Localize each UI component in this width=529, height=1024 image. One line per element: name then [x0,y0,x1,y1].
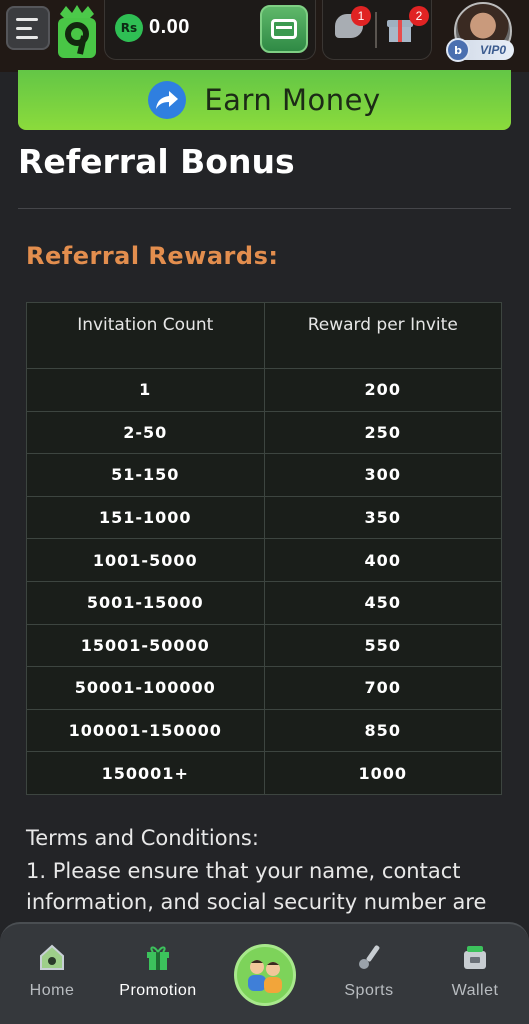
table-row: 51-150 300 [26,453,502,497]
referral-center-button[interactable] [234,944,296,1006]
vip-badge-icon: b [446,38,470,62]
earn-money-button[interactable]: Earn Money [18,70,511,130]
table-row: 5001-15000 450 [26,580,502,625]
nav-promotion-label: Promotion [119,982,197,999]
terms-title: Terms and Conditions: [26,826,259,850]
gift-badge: 2 [409,6,429,26]
balance-box: Rs 0.00 [104,0,316,60]
reward-value: 700 [263,666,502,710]
page-title: Referral Bonus [18,142,295,181]
reward-value: 200 [263,368,502,412]
earn-money-label: Earn Money [204,83,381,117]
invitation-count: 1001-5000 [26,538,265,582]
cricket-icon [359,945,380,969]
table-row: 1 200 [26,368,502,412]
gift-icon [147,946,169,970]
table-row: 2-50 250 [26,410,502,455]
reward-value: 450 [263,580,502,625]
rewards-table: Invitation Count Reward per Invite 1 200 … [26,302,502,795]
nav-sports-label: Sports [344,982,394,999]
reward-value: 850 [263,708,502,753]
table-row: 100001-150000 850 [26,708,502,753]
invitation-count: 100001-150000 [26,708,265,753]
reward-value: 550 [263,623,502,668]
table-row: 1001-5000 400 [26,538,502,582]
home-icon [40,944,64,970]
terms-text: 1. Please ensure that your name, contact… [26,859,487,914]
table-row: 15001-50000 550 [26,623,502,668]
section-title: Referral Rewards: [26,242,279,270]
deposit-wallet-button[interactable] [260,5,308,53]
table-row: 50001-100000 700 [26,666,502,710]
header-icons: 1 2 [322,0,432,60]
nav-wallet[interactable]: Wallet [430,942,520,1000]
table-row: 151-1000 350 [26,495,502,540]
people-icon [248,960,282,993]
wallet-icon [464,946,486,969]
column-header: Reward per Invite [263,302,502,369]
invitation-count: 50001-100000 [26,666,265,710]
divider [375,12,377,48]
invitation-count: 2-50 [26,410,265,455]
invitation-count: 151-1000 [26,495,265,540]
nav-home-label: Home [29,982,75,999]
nav-home[interactable]: Home [7,942,97,1000]
invitation-count: 51-150 [26,453,265,497]
reward-value: 1000 [263,751,502,795]
invitation-count: 5001-15000 [26,580,265,625]
divider [18,208,511,209]
nav-wallet-label: Wallet [451,982,499,999]
menu-icon[interactable] [6,6,50,50]
bottom-nav: Home Promotion Sports Wallet [0,922,529,1024]
reward-value: 350 [263,495,502,540]
invitation-count: 15001-50000 [26,623,265,668]
table-row: 150001+ 1000 [26,751,502,795]
rupee-icon: Rs [115,14,143,42]
invitation-count: 1 [26,368,265,412]
balance-value: 0.00 [149,16,190,38]
reward-value: 300 [263,453,502,497]
column-header: Invitation Count [26,302,265,369]
nav-sports[interactable]: Sports [324,942,414,1000]
nav-promotion[interactable]: Promotion [113,942,203,1000]
invitation-count: 150001+ [26,751,265,795]
table-header-row: Invitation Count Reward per Invite [26,302,502,369]
reward-value: 250 [263,410,502,455]
chat-badge: 1 [351,6,371,26]
brand-logo[interactable] [54,4,100,60]
share-icon [148,81,187,119]
top-bar: Rs 0.00 1 2 VIP0 b [0,0,529,72]
reward-value: 400 [263,538,502,582]
